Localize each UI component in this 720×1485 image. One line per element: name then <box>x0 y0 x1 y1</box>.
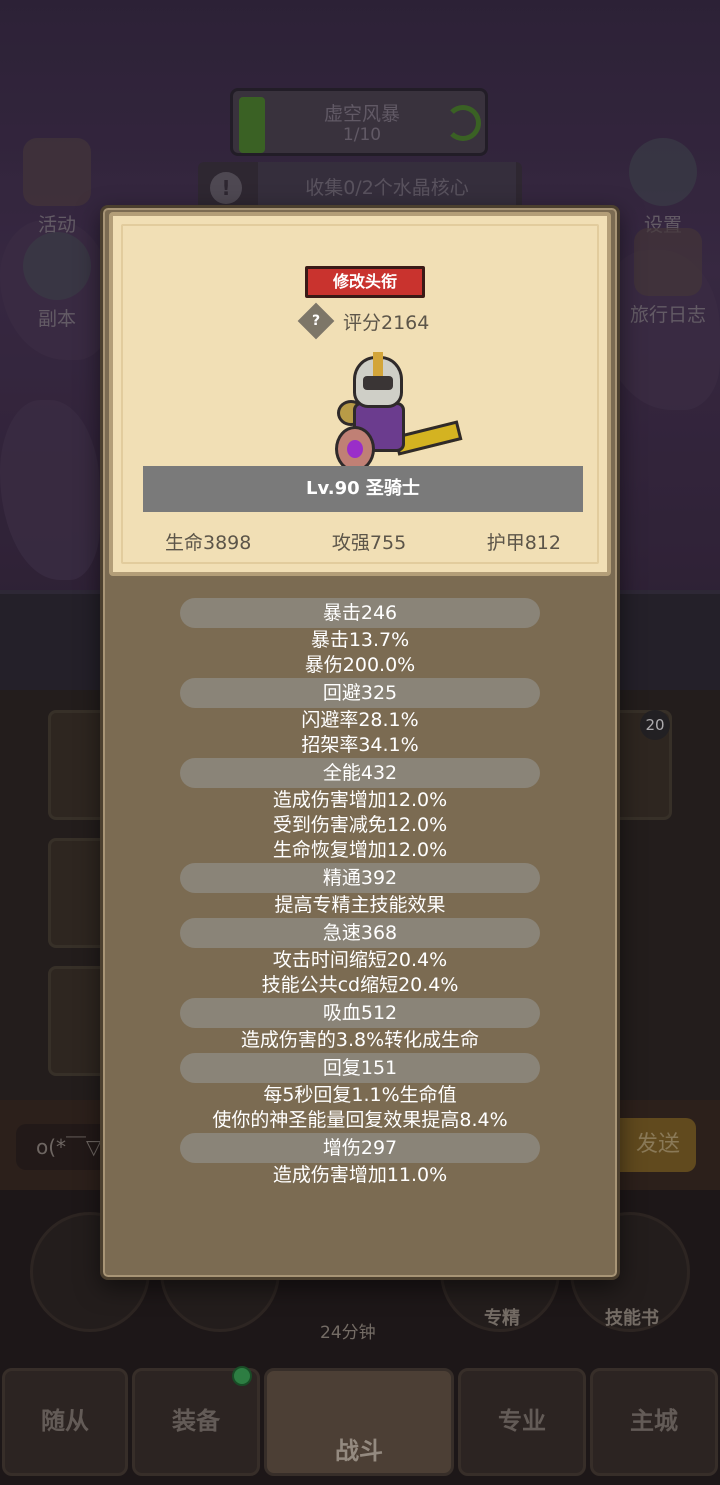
stat-line: 技能公共cd缩短20.4% <box>261 974 459 996</box>
paladin-avatar <box>323 352 463 476</box>
stat-header-regen: 回复151 <box>180 1053 540 1083</box>
hp-stat: 生命3898 <box>165 532 252 554</box>
score-value: 评分2164 <box>343 311 430 334</box>
stat-line: 每5秒回复1.1%生命值 <box>263 1084 457 1106</box>
stat-line: 造成伤害增加11.0% <box>272 1164 448 1186</box>
help-icon[interactable]: ? <box>297 302 335 340</box>
stat-header-versatility: 全能432 <box>180 758 540 788</box>
stat-line: 闪避率28.1% <box>301 709 419 731</box>
stat-line: 暴伤200.0% <box>304 654 416 676</box>
stat-line: 受到伤害减免12.0% <box>272 814 448 836</box>
stat-line: 招架率34.1% <box>301 734 419 756</box>
stat-header-haste: 急速368 <box>180 918 540 948</box>
character-stats-modal: 修改头衔 ? 评分2164 Lv.90 圣骑士 生命3898 攻强755 护甲8… <box>100 205 620 1280</box>
stat-line: 暴击13.7% <box>310 629 410 651</box>
stat-header-mastery: 精通392 <box>180 863 540 893</box>
armor-stat: 护甲812 <box>486 532 561 554</box>
stat-header-lifesteal: 吸血512 <box>180 998 540 1028</box>
score-row: ? 评分2164 <box>297 302 430 340</box>
stat-line: 提高专精主技能效果 <box>274 894 446 916</box>
stat-line: 攻击时间缩短20.4% <box>272 949 448 971</box>
character-card: 修改头衔 ? 评分2164 Lv.90 圣骑士 生命3898 攻强755 护甲8… <box>109 212 611 576</box>
stat-header-avoidance: 回避325 <box>180 678 540 708</box>
level-class-bar: Lv.90 圣骑士 <box>143 466 583 512</box>
stat-line: 造成伤害增加12.0% <box>272 789 448 811</box>
stat-details: 暴击246 暴击13.7% 暴伤200.0% 回避325 闪避率28.1% 招架… <box>103 598 617 1188</box>
attack-stat: 攻强755 <box>331 532 407 554</box>
stat-header-crit: 暴击246 <box>180 598 540 628</box>
base-stats-row: 生命3898 攻强755 护甲812 <box>113 528 607 555</box>
edit-title-button[interactable]: 修改头衔 <box>305 266 425 298</box>
stat-line: 使你的神圣能量回复效果提高8.4% <box>212 1109 508 1131</box>
stat-line: 造成伤害的3.8%转化成生命 <box>240 1029 480 1051</box>
stat-line: 生命恢复增加12.0% <box>272 839 448 861</box>
stat-header-damage-bonus: 增伤297 <box>180 1133 540 1163</box>
